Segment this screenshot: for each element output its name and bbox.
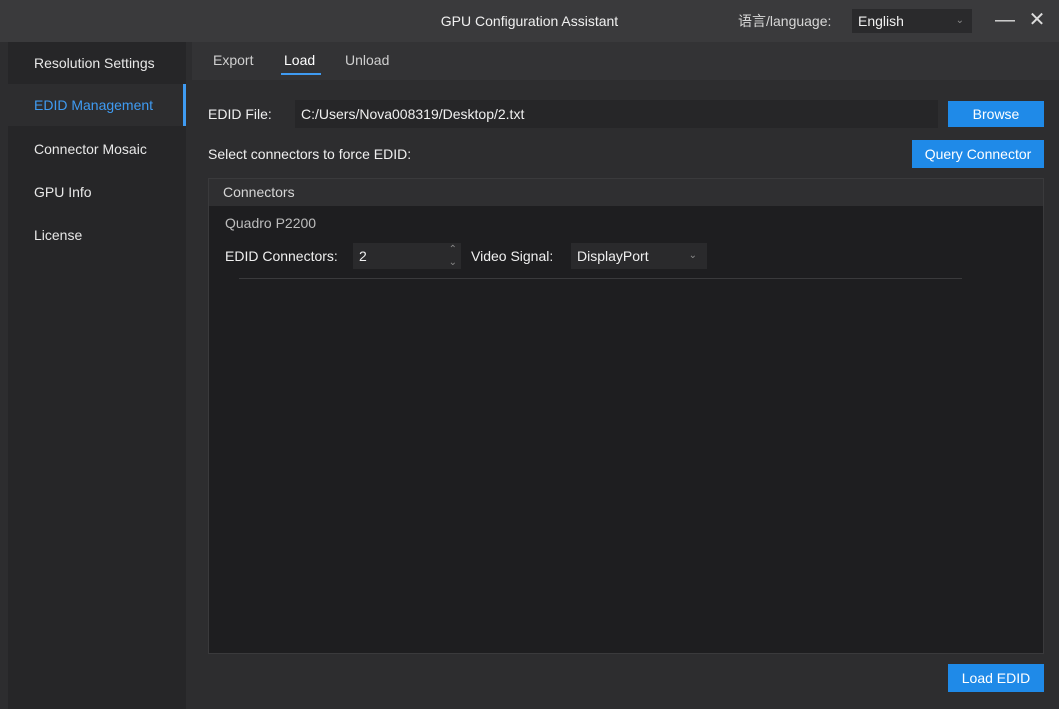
sidebar-item-label: Resolution Settings [34,55,155,71]
close-icon: ✕ [1028,9,1046,31]
sidebar-item-label: License [34,227,83,243]
sidebar-item-label: GPU Info [34,184,92,200]
chevron-down-icon: ⌄ [955,15,964,26]
sidebar-item-license[interactable]: License [8,214,186,256]
minimize-icon: — [995,9,1015,31]
language-label: 语言/language: [738,13,832,29]
video-signal-value: DisplayPort [577,248,649,264]
sidebar: Resolution Settings EDID Management Conn… [8,42,186,709]
video-signal-label: Video Signal: [471,248,554,264]
sidebar-item-resolution-settings[interactable]: Resolution Settings [8,42,186,84]
tab-bar: Export Load Unload [192,42,1059,80]
title-bar: GPU Configuration Assistant 语言/language:… [0,0,1059,42]
sidebar-item-gpu-info[interactable]: GPU Info [8,171,186,213]
edid-connectors-spinbox[interactable]: 2 ⌃ ⌄ [353,243,461,269]
edid-connectors-label: EDID Connectors: [225,248,338,264]
sidebar-item-connector-mosaic[interactable]: Connector Mosaic [8,128,186,170]
language-select[interactable]: English ⌄ [852,9,972,33]
load-edid-button[interactable]: Load EDID [948,664,1044,692]
browse-button[interactable]: Browse [948,101,1044,127]
active-tab-indicator [281,73,321,75]
connectors-panel-title: Connectors [223,184,295,200]
select-connectors-label: Select connectors to force EDID: [208,146,412,162]
language-select-value: English [858,13,904,29]
sidebar-item-label: EDID Management [34,97,154,113]
edid-connectors-value: 2 [359,248,367,264]
edid-file-input[interactable]: C:/Users/Nova008319/Desktop/2.txt [295,100,938,128]
close-button[interactable]: ✕ [1022,0,1052,42]
spin-arrows-icon[interactable]: ⌃ ⌄ [449,243,457,269]
app-window: GPU Configuration Assistant 语言/language:… [0,0,1059,709]
video-signal-select[interactable]: DisplayPort ⌄ [571,243,707,269]
minimize-button[interactable]: — [990,0,1020,42]
connectors-panel-header: Connectors [209,179,1043,206]
gpu-name: Quadro P2200 [225,215,317,231]
tab-export[interactable]: Export [213,42,253,80]
query-connector-button[interactable]: Query Connector [912,140,1044,168]
tab-unload[interactable]: Unload [345,42,389,80]
chevron-down-icon: ⌄ [688,250,697,261]
edid-file-label: EDID File: [208,106,272,122]
connectors-panel: Connectors Quadro P2200 EDID Connectors:… [208,178,1044,654]
sidebar-item-label: Connector Mosaic [34,141,147,157]
connector-divider [239,278,962,279]
sidebar-item-edid-management[interactable]: EDID Management [8,84,186,126]
